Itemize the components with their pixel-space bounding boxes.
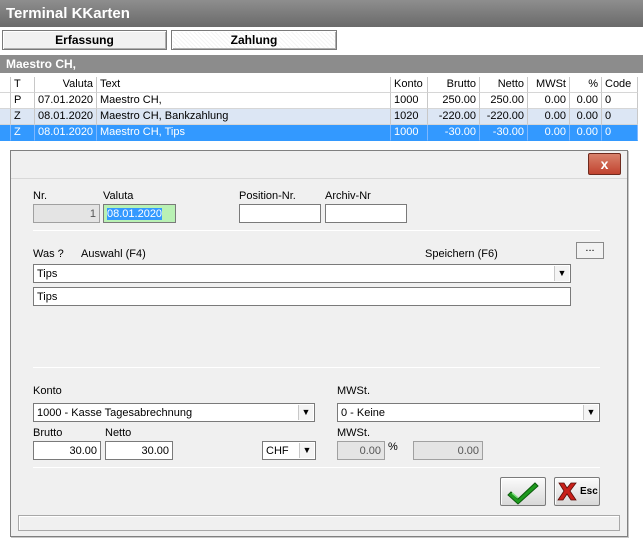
mwst-code-label: MWSt. [337, 385, 370, 397]
table-row[interactable]: P 07.01.2020 Maestro CH, 1000 250.00 250… [0, 93, 643, 109]
cell-text: Maestro CH, Bankzahlung [97, 109, 391, 125]
cell-brutto: -220.00 [428, 109, 480, 125]
esc-label: Esc [580, 486, 598, 497]
valuta-label: Valuta [103, 190, 134, 202]
mwst-amount-label: MWSt. [337, 427, 370, 439]
divider [33, 467, 600, 468]
cell-mwst: 0.00 [528, 93, 570, 109]
divider [33, 367, 600, 368]
checkmark-icon [507, 482, 539, 505]
netto-field[interactable]: 30.00 [105, 441, 173, 460]
col-header-brutto[interactable]: Brutto [428, 77, 480, 93]
was-select-value: Tips [37, 268, 58, 280]
red-x-icon [557, 482, 577, 501]
section-title: Maestro CH, [0, 55, 643, 73]
cell-brutto: -30.00 [428, 125, 480, 141]
col-header-netto[interactable]: Netto [480, 77, 528, 93]
booking-table: T Valuta Text Konto Brutto Netto MWSt % … [0, 77, 643, 141]
position-nr-field[interactable] [239, 204, 321, 223]
cell-code: 0 [602, 109, 638, 125]
chevron-down-icon[interactable]: ▼ [298, 405, 313, 420]
cell-konto: 1020 [391, 109, 428, 125]
col-header-code[interactable]: Code [602, 77, 638, 93]
table-row-selected[interactable]: Z 08.01.2020 Maestro CH, Tips 1000 -30.0… [0, 125, 643, 141]
col-header-t[interactable]: T [11, 77, 35, 93]
cell-pct: 0.00 [570, 125, 602, 141]
currency-value: CHF [266, 445, 289, 457]
divider [33, 230, 600, 231]
col-header-pct[interactable]: % [570, 77, 602, 93]
cell-t: Z [11, 109, 35, 125]
cell-netto: -30.00 [480, 125, 528, 141]
mwst-rate-field[interactable]: 0.00 [337, 441, 385, 460]
brutto-field[interactable]: 30.00 [33, 441, 101, 460]
dialog-status-bar [18, 515, 620, 531]
position-nr-label: Position-Nr. [239, 190, 296, 202]
mwst-amount-field[interactable]: 0.00 [413, 441, 483, 460]
col-marker [0, 77, 11, 93]
cell-valuta: 08.01.2020 [35, 125, 97, 141]
cell-text: Maestro CH, Tips [97, 125, 391, 141]
cell-t: Z [11, 125, 35, 141]
was-select[interactable]: Tips ▼ [33, 264, 571, 283]
cell-valuta: 07.01.2020 [35, 93, 97, 109]
col-header-konto[interactable]: Konto [391, 77, 428, 93]
tab-erfassung[interactable]: Erfassung [2, 30, 167, 50]
cell-text: Maestro CH, [97, 93, 391, 109]
nr-label: Nr. [33, 190, 48, 202]
col-header-text[interactable]: Text [97, 77, 391, 93]
row-marker [0, 109, 11, 125]
table-row[interactable]: Z 08.01.2020 Maestro CH, Bankzahlung 102… [0, 109, 643, 125]
cell-mwst: 0.00 [528, 125, 570, 141]
close-button[interactable]: x [588, 153, 621, 175]
valuta-value: 08.01.2020 [107, 208, 163, 220]
cell-brutto: 250.00 [428, 93, 480, 109]
cell-konto: 1000 [391, 125, 428, 141]
cell-netto: -220.00 [480, 109, 528, 125]
netto-label: Netto [105, 427, 132, 439]
ok-button[interactable] [500, 477, 546, 506]
edit-dialog: x Nr. 1 Valuta 08.01.2020 Position-Nr. A… [10, 150, 628, 537]
text-field[interactable]: Tips [33, 287, 571, 306]
mwst-code-select[interactable]: 0 - Keine ▼ [337, 403, 600, 422]
cell-t: P [11, 93, 35, 109]
was-label: Was ? [33, 248, 64, 260]
more-button[interactable]: ... [576, 242, 604, 259]
mwst-code-value: 0 - Keine [341, 407, 386, 419]
table-header-row: T Valuta Text Konto Brutto Netto MWSt % … [0, 77, 643, 93]
konto-select-value: 1000 - Kasse Tagesabrechnung [37, 407, 193, 419]
row-marker [0, 93, 11, 109]
brutto-label: Brutto [33, 427, 63, 439]
tab-bar: Erfassung Zahlung [0, 27, 643, 54]
col-header-mwst[interactable]: MWSt [528, 77, 570, 93]
chevron-down-icon[interactable]: ▼ [583, 405, 598, 420]
auswahl-hint: Auswahl (F4) [81, 248, 146, 260]
chevron-down-icon[interactable]: ▼ [554, 266, 569, 281]
cell-pct: 0.00 [570, 109, 602, 125]
speichern-hint: Speichern (F6) [425, 248, 498, 260]
konto-select[interactable]: 1000 - Kasse Tagesabrechnung ▼ [33, 403, 315, 422]
cancel-button[interactable]: Esc [554, 477, 600, 506]
cell-code: 0 [602, 93, 638, 109]
col-header-valuta[interactable]: Valuta [35, 77, 97, 93]
window-title: Terminal KKarten [0, 0, 643, 27]
dialog-header [11, 151, 627, 179]
konto-label: Konto [33, 385, 62, 397]
currency-select[interactable]: CHF ▼ [262, 441, 316, 460]
cell-mwst: 0.00 [528, 109, 570, 125]
archiv-nr-label: Archiv-Nr [325, 190, 371, 202]
archiv-nr-field[interactable] [325, 204, 407, 223]
cell-valuta: 08.01.2020 [35, 109, 97, 125]
valuta-field[interactable]: 08.01.2020 [103, 204, 176, 223]
nr-field[interactable]: 1 [33, 204, 100, 223]
cell-konto: 1000 [391, 93, 428, 109]
cell-code: 0 [602, 125, 638, 141]
chevron-down-icon[interactable]: ▼ [299, 443, 314, 458]
cell-netto: 250.00 [480, 93, 528, 109]
cell-pct: 0.00 [570, 93, 602, 109]
row-marker [0, 125, 11, 141]
tab-zahlung[interactable]: Zahlung [171, 30, 337, 50]
percent-sign: % [388, 441, 398, 453]
